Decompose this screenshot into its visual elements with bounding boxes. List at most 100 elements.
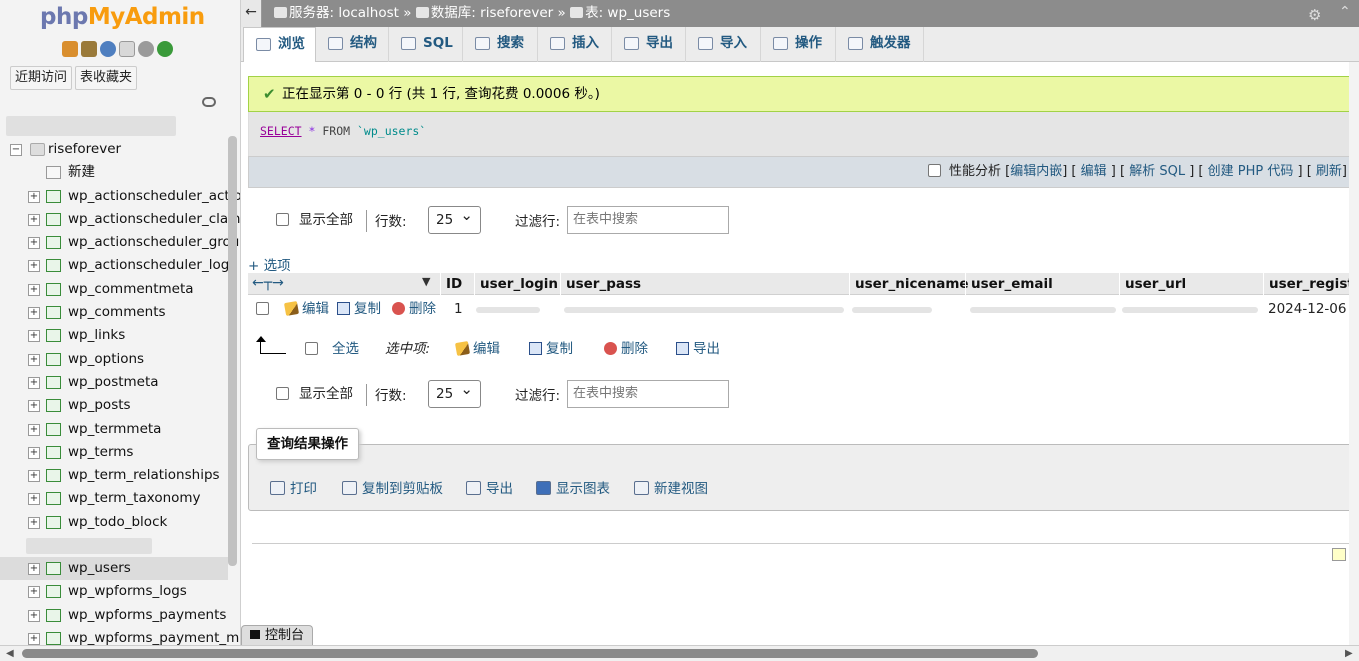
- filter-input[interactable]: 在表中搜索: [567, 380, 729, 408]
- expand-icon[interactable]: +: [28, 190, 40, 203]
- expand-icon[interactable]: +: [28, 446, 40, 459]
- col-user-login[interactable]: user_login: [474, 273, 560, 295]
- tab-structure[interactable]: 结构: [316, 27, 389, 62]
- reload-icon[interactable]: [157, 41, 173, 57]
- select-all-label[interactable]: 全选: [332, 337, 359, 361]
- nav-scrollbar[interactable]: [228, 136, 237, 566]
- collapse-nav-button[interactable]: ←: [241, 0, 262, 27]
- scroll-right-icon[interactable]: ▶: [1345, 646, 1353, 661]
- gear-icon[interactable]: ⚙: [1308, 6, 1321, 24]
- sidebar-item-wp_commentmeta[interactable]: + wp_commentmeta: [0, 278, 228, 301]
- col-user-pass[interactable]: user_pass: [560, 273, 849, 295]
- create-view-button[interactable]: 新建视图: [634, 479, 708, 499]
- sidebar-item-wp_wpforms_logs[interactable]: + wp_wpforms_logs: [0, 580, 228, 603]
- expand-icon[interactable]: +: [28, 470, 40, 483]
- tab-sql[interactable]: SQL: [389, 27, 463, 62]
- sidebar-item-wp_comments[interactable]: + wp_comments: [0, 301, 228, 324]
- bulk-edit-button[interactable]: 编辑: [454, 337, 500, 361]
- expand-icon[interactable]: +: [28, 330, 40, 343]
- display-chart-button[interactable]: 显示图表: [536, 479, 610, 499]
- tree-new-table[interactable]: 新建: [0, 161, 228, 184]
- home-icon[interactable]: [62, 41, 78, 57]
- main-scrollbar[interactable]: [1349, 62, 1359, 645]
- breadcrumb-server[interactable]: 服务器: localhost: [289, 5, 399, 21]
- select-all-checkbox[interactable]: [305, 342, 318, 355]
- cell-user-registered[interactable]: 2024-12-06 13: [1268, 296, 1359, 322]
- sidebar-item-wp_posts[interactable]: + wp_posts: [0, 394, 228, 417]
- expand-icon[interactable]: +: [28, 493, 40, 506]
- link-with-main-panel-icon[interactable]: [202, 97, 216, 107]
- bulk-export-button[interactable]: 导出: [676, 337, 720, 361]
- expand-icon[interactable]: +: [28, 632, 40, 645]
- help-icon[interactable]: [100, 41, 116, 57]
- tree-database-riseforever[interactable]: − riseforever: [0, 138, 228, 161]
- sidebar-item-wp_wpforms_payment_m[interactable]: + wp_wpforms_payment_m: [0, 627, 239, 645]
- tab-triggers[interactable]: 触发器: [836, 27, 924, 62]
- expand-icon[interactable]: +: [28, 586, 40, 599]
- expand-icon[interactable]: +: [28, 237, 40, 250]
- tab-browse[interactable]: 浏览: [243, 27, 316, 62]
- sidebar-item-wp_actionscheduler_actio[interactable]: + wp_actionscheduler_actio: [0, 185, 240, 208]
- tab-search[interactable]: 搜索: [463, 27, 538, 62]
- export-button[interactable]: 导出: [466, 479, 513, 499]
- expand-icon[interactable]: +: [28, 307, 40, 320]
- profiling-checkbox[interactable]: [927, 164, 941, 177]
- explain-sql-link[interactable]: 解析 SQL: [1129, 164, 1185, 179]
- tab-operations[interactable]: 操作: [761, 27, 836, 62]
- create-php-code-link[interactable]: 创建 PHP 代码: [1208, 164, 1294, 179]
- copy-to-clipboard-button[interactable]: 复制到剪贴板: [342, 479, 443, 499]
- expand-icon[interactable]: +: [28, 423, 40, 436]
- row-copy-link[interactable]: 复制: [337, 296, 381, 322]
- breadcrumb-table[interactable]: 表: wp_users: [585, 5, 670, 21]
- col-user-email[interactable]: user_email: [965, 273, 1119, 295]
- options-link[interactable]: + 选项: [248, 254, 291, 274]
- collapse-icon[interactable]: −: [10, 144, 22, 156]
- sidebar-item-wp_options[interactable]: + wp_options: [0, 348, 228, 371]
- expand-icon[interactable]: +: [28, 376, 40, 389]
- bulk-delete-button[interactable]: 删除: [604, 337, 648, 361]
- tab-import[interactable]: 导入: [686, 27, 761, 62]
- expand-icon[interactable]: +: [28, 563, 40, 576]
- rows-select[interactable]: 25: [428, 376, 481, 408]
- sidebar-item-wp_todo_block[interactable]: + wp_todo_block: [0, 511, 228, 534]
- edit-sql-link[interactable]: 编辑: [1081, 164, 1107, 179]
- chevron-up-icon[interactable]: ⌃: [1339, 4, 1351, 20]
- sidebar-item-wp_terms[interactable]: + wp_terms: [0, 441, 228, 464]
- horizontal-scrollbar[interactable]: ◀ ▶: [0, 645, 1359, 661]
- docs-icon[interactable]: [119, 41, 135, 57]
- col-user-registered[interactable]: user_registere: [1263, 273, 1359, 295]
- breadcrumb-database[interactable]: 数据库: riseforever: [431, 5, 553, 21]
- note-icon[interactable]: [1332, 548, 1346, 561]
- expand-icon[interactable]: +: [28, 400, 40, 413]
- expand-icon[interactable]: +: [28, 516, 40, 529]
- expand-icon[interactable]: +: [28, 260, 40, 273]
- chevron-down-icon[interactable]: ▼: [422, 275, 430, 288]
- sidebar-item-wp_users[interactable]: + wp_users: [0, 557, 228, 581]
- sidebar-item-wp_term_relationships[interactable]: + wp_term_relationships: [0, 464, 228, 487]
- sidebar-item-wp_links[interactable]: + wp_links: [0, 324, 228, 347]
- column-resize-arrows-icon[interactable]: ←┬→: [252, 273, 284, 293]
- refresh-link[interactable]: 刷新: [1316, 164, 1342, 179]
- row-edit-link[interactable]: 编辑: [283, 296, 329, 322]
- filter-input[interactable]: 在表中搜索: [567, 206, 729, 234]
- row-checkbox[interactable]: [256, 302, 269, 315]
- console-tab[interactable]: 控制台: [241, 625, 313, 645]
- expand-icon[interactable]: +: [28, 213, 40, 226]
- edit-inline-link[interactable]: 编辑内嵌: [1010, 164, 1062, 179]
- tab-insert[interactable]: 插入: [538, 27, 612, 62]
- sidebar-item-wp_term_taxonomy[interactable]: + wp_term_taxonomy: [0, 487, 228, 510]
- bulk-copy-button[interactable]: 复制: [529, 337, 573, 361]
- cell-id[interactable]: 1: [454, 296, 463, 322]
- phpmyadmin-logo[interactable]: phpMyAdmin: [40, 4, 205, 30]
- favorite-tables-button[interactable]: 表收藏夹: [75, 66, 138, 90]
- sidebar-item-wp_wpforms_payments[interactable]: + wp_wpforms_payments: [0, 604, 228, 627]
- col-id[interactable]: ID: [440, 273, 474, 295]
- scrollbar-thumb[interactable]: [22, 649, 1038, 658]
- row-delete-link[interactable]: 删除: [392, 296, 436, 322]
- sidebar-item-wp_postmeta[interactable]: + wp_postmeta: [0, 371, 228, 394]
- sidebar-item-wp_actionscheduler_grou[interactable]: + wp_actionscheduler_grou: [0, 231, 239, 254]
- scroll-left-icon[interactable]: ◀: [6, 646, 14, 661]
- sidebar-item-wp_actionscheduler_logs[interactable]: + wp_actionscheduler_logs: [0, 254, 236, 277]
- col-user-nicename[interactable]: user_nicename: [849, 273, 969, 295]
- recent-tables-button[interactable]: 近期访问: [10, 66, 73, 90]
